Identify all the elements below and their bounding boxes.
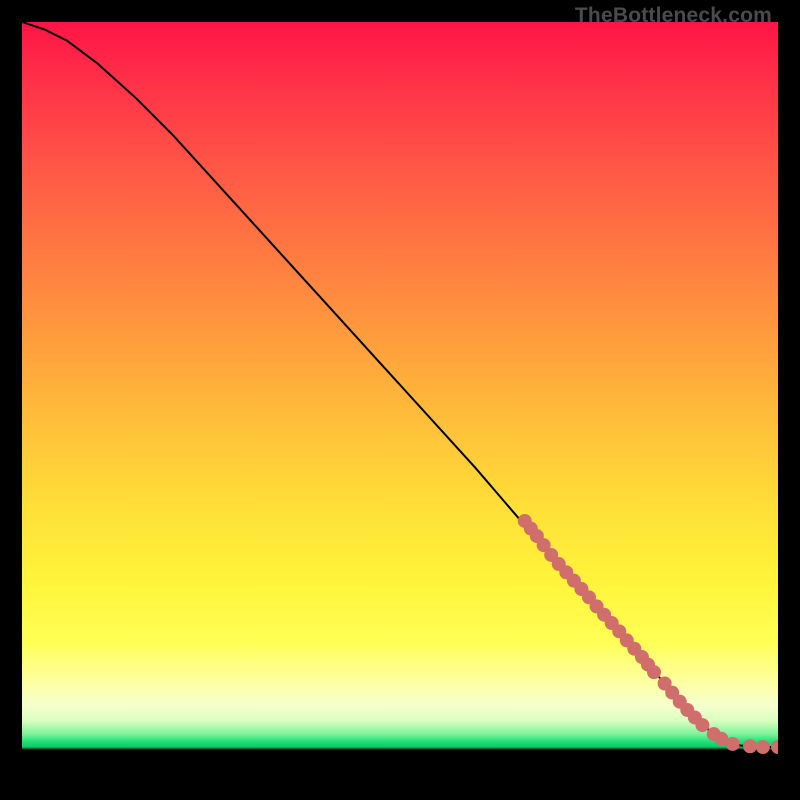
data-marker <box>743 739 757 753</box>
main-curve <box>22 22 778 747</box>
data-marker <box>726 737 740 751</box>
data-marker <box>756 740 770 754</box>
data-marker <box>647 665 661 679</box>
chart-svg <box>22 22 778 778</box>
data-marker <box>771 740 778 754</box>
plot-area <box>22 22 778 778</box>
chart-frame: TheBottleneck.com <box>0 0 800 800</box>
marker-layer <box>518 514 778 754</box>
curve-layer <box>22 22 778 747</box>
data-marker <box>695 718 709 732</box>
